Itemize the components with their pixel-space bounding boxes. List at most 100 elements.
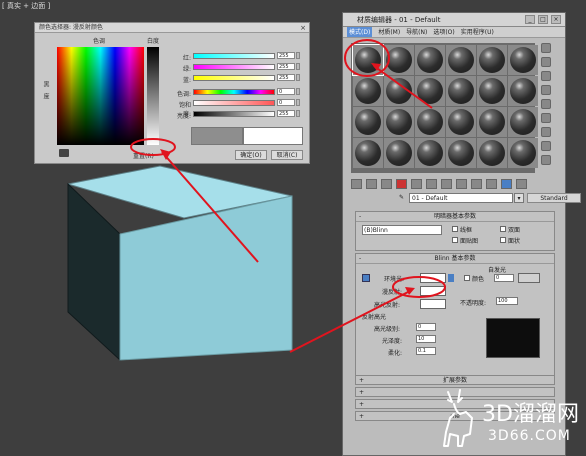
shader-rollout-header[interactable]: - 明暗器基本参数 [356,212,554,222]
spinner-arrow-icon[interactable] [296,88,300,95]
material-slot[interactable] [384,45,414,75]
slider-red[interactable] [193,53,275,59]
self-illum-swatch[interactable] [518,273,540,283]
soften-value[interactable]: 0.1 [416,347,436,355]
gloss-value[interactable]: 10 [416,335,436,343]
slider-saturation[interactable] [193,100,275,106]
make-preview-icon[interactable] [541,113,551,123]
select-by-material-icon[interactable] [541,141,551,151]
material-editor-titlebar[interactable]: 材质编辑器 - 01 - Default _ □ × [343,13,565,27]
background-icon[interactable] [541,71,551,81]
get-material-icon[interactable] [351,179,362,189]
self-illum-color-checkbox[interactable] [464,275,470,281]
reset-map-icon[interactable] [396,179,407,189]
backlight-icon[interactable] [541,57,551,67]
material-type-button[interactable]: Standard [527,193,581,203]
material-slot[interactable] [508,138,538,168]
material-slot[interactable] [415,107,445,137]
slider-green[interactable] [193,64,275,70]
material-slot[interactable] [415,76,445,106]
put-to-scene-icon[interactable] [366,179,377,189]
spinner-arrow-icon[interactable] [296,74,300,81]
color-selector-dialog[interactable]: 颜色选择器: 漫反射颜色 × 色调 白度 黑度 重置(R) 红: 255 绿: … [34,22,310,164]
material-slot[interactable] [477,76,507,106]
uv-tiling-icon[interactable] [541,85,551,95]
self-illum-value[interactable]: 0 [494,274,514,282]
reset-button[interactable]: 重置(R) [133,151,154,160]
face-map-checkbox[interactable] [452,237,458,243]
material-id-icon[interactable] [456,179,467,189]
material-slot[interactable] [446,76,476,106]
collapse-icon[interactable]: - [359,254,361,263]
spinner-blue[interactable]: 255 [277,74,295,81]
material-slot[interactable] [353,76,383,106]
spinner-arrow-icon[interactable] [296,110,300,117]
cancel-button[interactable]: 取消(C) [271,150,303,160]
go-to-parent-icon[interactable] [501,179,512,189]
material-slot[interactable] [446,138,476,168]
close-icon[interactable]: × [551,15,561,24]
close-icon[interactable]: × [300,23,306,33]
material-slot[interactable] [415,45,445,75]
map-button-icon[interactable] [448,274,454,282]
spinner-arrow-icon[interactable] [296,99,300,106]
specular-color-swatch[interactable] [420,299,446,309]
maximize-icon[interactable]: □ [538,15,548,24]
material-slot[interactable] [477,138,507,168]
show-map-icon[interactable] [471,179,482,189]
lock-icon[interactable] [362,274,370,282]
material-slot[interactable] [508,45,538,75]
color-selector-titlebar[interactable]: 颜色选择器: 漫反射颜色 × [35,23,309,33]
expand-icon[interactable]: + [359,412,364,421]
copy-material-icon[interactable] [411,179,422,189]
show-end-result-icon[interactable] [486,179,497,189]
material-slot[interactable] [353,107,383,137]
hue-blackness-picker[interactable] [57,47,144,145]
ok-button[interactable]: 确定(O) [235,150,267,160]
material-slot[interactable] [384,76,414,106]
menu-mode[interactable]: 模式(D) [347,27,373,37]
diffuse-color-swatch[interactable] [420,286,446,296]
ambient-color-swatch[interactable] [420,273,446,283]
faceted-checkbox[interactable] [500,237,506,243]
opacity-value[interactable]: 100 [496,297,518,305]
box-object[interactable] [60,160,300,370]
menu-options[interactable]: 选项(O) [433,27,454,37]
spinner-hue[interactable]: 0 [277,88,295,95]
menu-navigation[interactable]: 导航(N) [406,27,427,37]
spinner-arrow-icon[interactable] [296,63,300,70]
blinn-rollout-header[interactable]: - Blinn 基本参数 [356,254,554,264]
make-unique-icon[interactable] [426,179,437,189]
slider-value[interactable] [193,111,275,117]
material-slot[interactable] [508,107,538,137]
menu-material[interactable]: 材质(M) [378,27,400,37]
minimize-icon[interactable]: _ [525,15,535,24]
two-sided-checkbox[interactable] [500,226,506,232]
slider-blue[interactable] [193,75,275,81]
spec-level-value[interactable]: 0 [416,323,436,331]
material-slot[interactable] [352,44,384,76]
options-icon[interactable] [541,127,551,137]
slider-hue[interactable] [193,89,275,95]
assign-to-selection-icon[interactable] [381,179,392,189]
sample-type-icon[interactable] [541,43,551,53]
eyedropper-icon[interactable] [59,149,69,157]
shader-dropdown[interactable]: (B)Blinn [362,225,442,235]
wire-checkbox[interactable] [452,226,458,232]
spinner-red[interactable]: 255 [277,52,295,59]
eyedropper-icon[interactable]: ✎ [399,194,404,201]
menu-utilities[interactable]: 实用程序(U) [461,27,494,37]
video-check-icon[interactable] [541,99,551,109]
expand-icon[interactable]: + [359,400,364,409]
spinner-saturation[interactable]: 0 [277,99,295,106]
material-slot[interactable] [384,138,414,168]
material-slot[interactable] [477,107,507,137]
material-slot[interactable] [477,45,507,75]
material-name-field[interactable]: 01 - Default [409,193,513,203]
whiteness-strip[interactable] [147,47,159,145]
go-forward-icon[interactable] [516,179,527,189]
material-slot[interactable] [384,107,414,137]
material-slot[interactable] [446,45,476,75]
collapse-icon[interactable]: - [359,212,361,221]
put-to-library-icon[interactable] [441,179,452,189]
